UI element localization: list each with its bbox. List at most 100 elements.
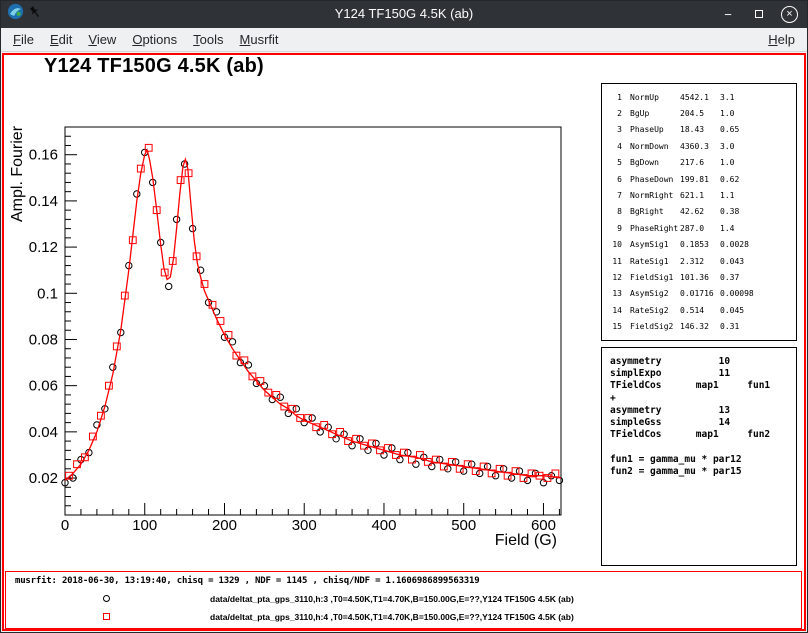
parameter-row: 6PhaseDown199.810.62 <box>608 171 796 187</box>
window-title: Y124 TF150G 4.5K (ab) <box>0 0 808 28</box>
param-name: PhaseDown <box>630 175 680 184</box>
param-name: BgRight <box>630 207 680 216</box>
parameter-row: 2BgUp204.51.0 <box>608 105 796 121</box>
legend-item: data/deltat_pta_gps_3110,h:3 ,T0=4.50K,T… <box>6 593 801 606</box>
param-name: BgDown <box>630 158 680 167</box>
data-point-circle <box>516 468 522 474</box>
fit-statistics: musrfit: 2018-06-30, 13:19:40, chisq = 1… <box>15 576 479 586</box>
parameter-row: 14RateSig20.5140.045 <box>608 302 796 318</box>
param-name: FieldSig2 <box>630 322 680 331</box>
data-point-circle <box>277 394 283 400</box>
legend-marker-circle <box>103 595 110 602</box>
y-tick-label: 0.04 <box>29 424 58 441</box>
data-point-circle <box>500 466 506 472</box>
theory-line <box>610 441 796 453</box>
theory-line: simpleGss 14 <box>610 417 796 429</box>
param-error: 0.0028 <box>720 240 796 249</box>
maximize-icon <box>755 10 763 18</box>
param-error: 1.0 <box>720 109 796 118</box>
parameter-row: 10AsymSig10.18530.0028 <box>608 237 796 253</box>
param-num: 2 <box>608 109 622 118</box>
param-num: 6 <box>608 175 622 184</box>
titlebar[interactable]: Y124 TF150G 4.5K (ab) − × <box>0 0 808 28</box>
param-error: 0.00098 <box>720 289 796 298</box>
param-num: 14 <box>608 306 622 315</box>
theory-line: TFieldCos map1 fun1 <box>610 380 796 392</box>
param-num: 1 <box>608 93 622 102</box>
x-tick-label: 500 <box>451 517 476 534</box>
close-button[interactable]: × <box>781 6 798 23</box>
plot-area[interactable]: 01002003004005006000.020.040.060.080.10.… <box>0 53 600 573</box>
data-point-circle <box>508 475 514 481</box>
y-tick-label: 0.1 <box>37 285 58 302</box>
data-point-circle <box>477 470 483 476</box>
param-name: RateSig2 <box>630 306 680 315</box>
y-tick-label: 0.14 <box>29 193 58 210</box>
param-error: 0.38 <box>720 207 796 216</box>
param-error: 3.1 <box>720 93 796 102</box>
param-name: AsymSig2 <box>630 289 680 298</box>
data-point-circle <box>548 473 554 479</box>
param-error: 1.0 <box>720 158 796 167</box>
theory-line: + <box>610 393 796 405</box>
x-tick-label: 0 <box>61 517 69 534</box>
theory-line: fun1 = gamma_mu * par12 <box>610 454 796 466</box>
param-name: FieldSig1 <box>630 273 680 282</box>
maximize-button[interactable] <box>750 5 768 23</box>
param-error: 0.65 <box>720 125 796 134</box>
theory-line: asymmetry 13 <box>610 405 796 417</box>
y-tick-label: 0.16 <box>29 147 58 164</box>
data-point-circle <box>540 480 546 486</box>
menu-options[interactable]: Options <box>124 29 185 50</box>
menu-view[interactable]: View <box>80 29 124 50</box>
menu-help[interactable]: Help <box>760 29 803 50</box>
menu-file[interactable]: File <box>5 29 42 50</box>
legend-item: data/deltat_pta_gps_3110,h:4 ,T0=4.50K,T… <box>6 611 801 624</box>
param-name: NormUp <box>630 93 680 102</box>
parameter-row: 4NormDown4360.33.0 <box>608 138 796 154</box>
minimize-button[interactable]: − <box>719 5 737 23</box>
param-name: AsymSig1 <box>630 240 680 249</box>
y-tick-label: 0.06 <box>29 378 58 395</box>
param-error: 0.31 <box>720 322 796 331</box>
data-point-circle <box>405 449 411 455</box>
x-tick-label: 400 <box>371 517 396 534</box>
param-value: 204.5 <box>680 109 720 118</box>
param-num: 8 <box>608 207 622 216</box>
data-point-circle <box>333 436 339 442</box>
data-point-circle <box>445 466 451 472</box>
theory-line: fun2 = gamma_mu * par15 <box>610 466 796 478</box>
menubar: FileEditViewOptionsToolsMusrfit Help <box>1 28 807 52</box>
parameter-row: 5BgDown217.61.0 <box>608 155 796 171</box>
param-error: 0.62 <box>720 175 796 184</box>
param-value: 42.62 <box>680 207 720 216</box>
menu-musrfit[interactable]: Musrfit <box>232 29 287 50</box>
theory-line: TFieldCos map1 fun2 <box>610 429 796 441</box>
param-value: 101.36 <box>680 273 720 282</box>
data-point-circle <box>469 461 475 467</box>
param-value: 0.514 <box>680 306 720 315</box>
fit-parameters-panel: 1 NormUp4542.13.1 2BgUp204.51.03PhaseUp18.… <box>601 83 797 341</box>
data-point-circle <box>437 456 443 462</box>
fit-info-panel: musrfit: 2018-06-30, 13:19:40, chisq = 1… <box>5 571 802 629</box>
data-point-circle <box>166 283 172 289</box>
theory-line: asymmetry 10 <box>610 356 796 368</box>
param-error: 1.1 <box>720 191 796 200</box>
parameter-row: 9PhaseRight287.01.4 <box>608 220 796 236</box>
y-tick-label: 0.02 <box>29 470 58 487</box>
param-error: 0.37 <box>720 273 796 282</box>
data-point-circle <box>429 463 435 469</box>
param-value: 2.312 <box>680 257 720 266</box>
parameter-row: 1 NormUp4542.13.1 <box>608 89 796 105</box>
param-value: 4542.1 <box>680 93 720 102</box>
menu-edit[interactable]: Edit <box>42 29 80 50</box>
menu-tools[interactable]: Tools <box>185 29 231 50</box>
data-point-circle <box>461 468 467 474</box>
legend-label: data/deltat_pta_gps_3110,h:4 ,T0=4.50K,T… <box>210 612 574 622</box>
parameter-row: 3PhaseUp18.430.65 <box>608 122 796 138</box>
theory-panel: asymmetry 10simplExpo 11TFieldCos map1 f… <box>601 347 797 566</box>
data-point-circle <box>349 443 355 449</box>
param-value: 146.32 <box>680 322 720 331</box>
data-point-circle <box>293 406 299 412</box>
legend-marker-square <box>103 613 110 620</box>
